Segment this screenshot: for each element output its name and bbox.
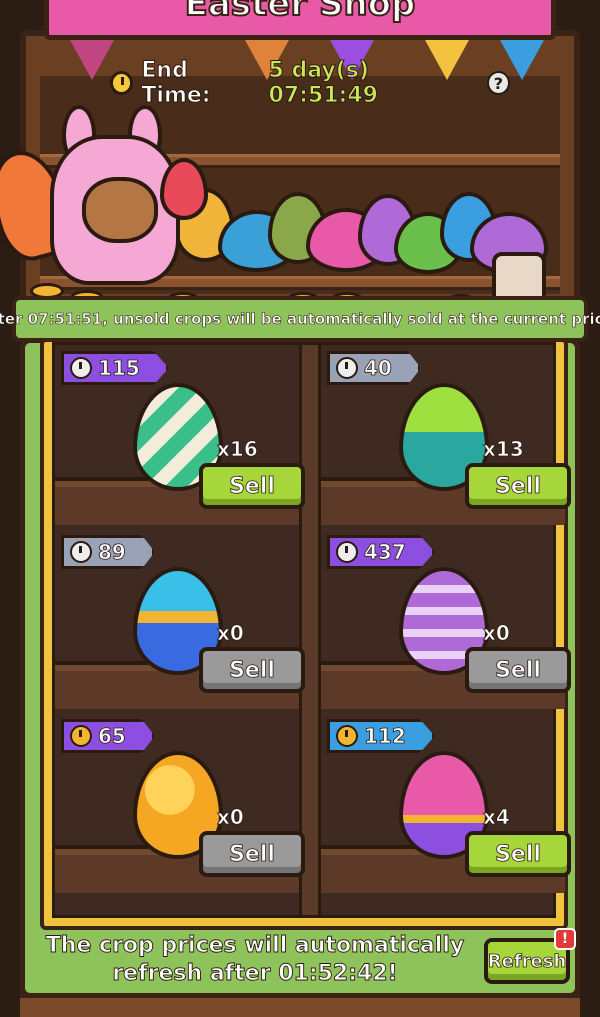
timer-icon bbox=[70, 725, 92, 747]
sell-button[interactable]: Sell bbox=[199, 647, 305, 693]
help-icon[interactable]: ? bbox=[486, 71, 511, 95]
item-price: 89 bbox=[98, 540, 127, 565]
item-quantity: x13 bbox=[483, 437, 525, 462]
refresh-notice-line1: The crop prices will automatically bbox=[45, 933, 465, 959]
shop-title-banner: Easter Shop bbox=[44, 0, 556, 40]
alert-badge-icon: ! bbox=[554, 928, 576, 950]
price-tag: 112 bbox=[327, 719, 435, 753]
end-time-row: End Time: 5 day(s) 07:51:49 ? bbox=[110, 58, 511, 109]
sell-button[interactable]: Sell bbox=[465, 831, 571, 877]
item-price: 65 bbox=[98, 724, 127, 749]
pennant-decoration bbox=[70, 40, 114, 80]
timer-icon bbox=[70, 357, 92, 379]
price-tag: 65 bbox=[61, 719, 155, 753]
sell-button[interactable]: Sell bbox=[199, 463, 305, 509]
item-quantity: x0 bbox=[217, 621, 245, 646]
timer-icon bbox=[70, 541, 92, 563]
item-quantity: x16 bbox=[217, 437, 259, 462]
clock-icon bbox=[110, 71, 134, 95]
shop-item-card: 115 x16 Sell bbox=[55, 345, 305, 525]
shop-item-card: 89 x0 Sell bbox=[55, 529, 305, 709]
price-tag: 437 bbox=[327, 535, 435, 569]
easter-shop-screen: Easter Shop End Time: 5 day(s) 07:51:49 … bbox=[0, 0, 600, 1017]
shop-item-card: 112 x4 Sell bbox=[321, 713, 571, 893]
shop-item-card: 40 x13 Sell bbox=[321, 345, 571, 525]
item-price: 112 bbox=[364, 724, 407, 749]
end-time-value: 5 day(s) 07:51:49 bbox=[268, 58, 378, 109]
price-tag: 115 bbox=[61, 351, 169, 385]
timer-icon bbox=[336, 357, 358, 379]
price-tag: 40 bbox=[327, 351, 421, 385]
capybara-face bbox=[82, 177, 158, 243]
sell-button[interactable]: Sell bbox=[465, 463, 571, 509]
sell-button[interactable]: Sell bbox=[199, 831, 305, 877]
timer-icon bbox=[336, 725, 358, 747]
item-price: 437 bbox=[364, 540, 407, 565]
price-tag: 89 bbox=[61, 535, 155, 569]
timer-icon bbox=[336, 541, 358, 563]
item-quantity: x0 bbox=[483, 621, 511, 646]
item-grid: 115 x16 Sell 40 x13 Sell 89 x0 Sell 437 … bbox=[40, 338, 571, 930]
shop-item-card: 437 x0 Sell bbox=[321, 529, 571, 709]
item-price: 40 bbox=[364, 356, 393, 381]
shop-item-card: 65 x0 Sell bbox=[55, 713, 305, 893]
grid-divider bbox=[299, 345, 321, 915]
sell-button[interactable]: Sell bbox=[465, 647, 571, 693]
item-grid-inner: 115 x16 Sell 40 x13 Sell 89 x0 Sell 437 … bbox=[52, 342, 571, 918]
shop-title: Easter Shop bbox=[184, 0, 417, 25]
refresh-notice-line2: refresh after 01:52:42! bbox=[112, 961, 398, 987]
auto-sell-notice: After 07:51:51, unsold crops will be aut… bbox=[0, 296, 600, 342]
end-time-label: End Time: bbox=[141, 58, 211, 109]
refresh-notice: The crop prices will automatically refre… bbox=[40, 932, 470, 988]
item-price: 115 bbox=[98, 356, 141, 381]
item-quantity: x4 bbox=[483, 805, 511, 830]
auto-sell-notice-text: After 07:51:51, unsold crops will be aut… bbox=[0, 310, 600, 329]
bottom-wood-strip bbox=[20, 994, 580, 1017]
item-quantity: x0 bbox=[217, 805, 245, 830]
